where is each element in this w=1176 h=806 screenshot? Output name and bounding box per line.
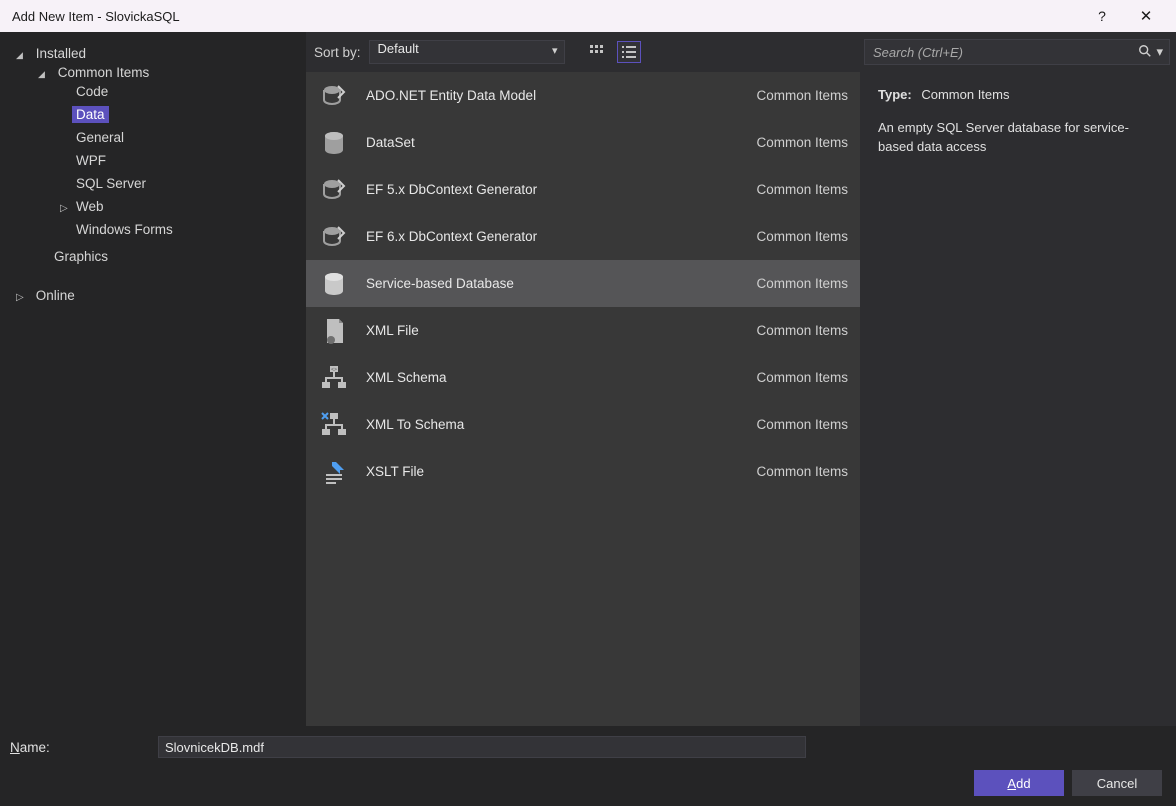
- item-category: Common Items: [756, 417, 848, 432]
- xslt-file-icon: [318, 456, 350, 488]
- cancel-button[interactable]: Cancel: [1072, 770, 1162, 796]
- list-item[interactable]: EF 6.x DbContext Generator Common Items: [306, 213, 860, 260]
- item-category: Common Items: [756, 323, 848, 338]
- list-item[interactable]: DataSet Common Items: [306, 119, 860, 166]
- item-name: ADO.NET Entity Data Model: [366, 88, 740, 103]
- item-category: Common Items: [756, 276, 848, 291]
- item-category: Common Items: [756, 135, 848, 150]
- tree-node-windows-forms[interactable]: Windows Forms: [56, 218, 298, 241]
- search-icon: [1138, 44, 1152, 61]
- titlebar: Add New Item - SlovickaSQL ? ✕: [0, 0, 1176, 32]
- tree-node-installed[interactable]: Installed Common Items Code Data General…: [12, 42, 306, 272]
- item-name: XSLT File: [366, 464, 740, 479]
- entity-model-icon: [318, 80, 350, 112]
- view-tiles-button[interactable]: [585, 41, 609, 63]
- list-item[interactable]: EF 5.x DbContext Generator Common Items: [306, 166, 860, 213]
- database-icon: [318, 127, 350, 159]
- template-list[interactable]: ADO.NET Entity Data Model Common Items D…: [306, 72, 860, 726]
- add-button[interactable]: Add: [974, 770, 1064, 796]
- item-name: EF 6.x DbContext Generator: [366, 229, 740, 244]
- search-input[interactable]: Search (Ctrl+E) ▾: [864, 39, 1170, 65]
- tree-node-general[interactable]: General: [56, 126, 298, 149]
- item-name: EF 5.x DbContext Generator: [366, 182, 740, 197]
- xml-schema-icon: <>: [318, 362, 350, 394]
- ef-generator-icon: [318, 174, 350, 206]
- list-item[interactable]: Service-based Database Common Items: [306, 260, 860, 307]
- ef-generator-icon: [318, 221, 350, 253]
- search-placeholder: Search (Ctrl+E): [873, 45, 963, 60]
- item-category: Common Items: [756, 229, 848, 244]
- tree-node-graphics[interactable]: Graphics: [34, 245, 302, 268]
- xml-to-schema-icon: [318, 409, 350, 441]
- tree-node-common-items[interactable]: Common Items Code Data General WPF SQL S…: [34, 61, 302, 245]
- chevron-down-icon[interactable]: [16, 50, 28, 61]
- tree-node-code[interactable]: Code: [56, 80, 298, 103]
- svg-text:<>: <>: [331, 367, 337, 373]
- list-item[interactable]: <> XML Schema Common Items: [306, 354, 860, 401]
- tree-node-web[interactable]: Web: [56, 195, 298, 218]
- help-button[interactable]: ?: [1080, 2, 1124, 30]
- list-item[interactable]: XML To Schema Common Items: [306, 401, 860, 448]
- xml-file-icon: [318, 315, 350, 347]
- item-name: DataSet: [366, 135, 740, 150]
- toolbar: Sort by: Default: [306, 32, 864, 72]
- description-panel: Type: Common Items An empty SQL Server d…: [864, 72, 1176, 171]
- chevron-right-icon[interactable]: [60, 203, 72, 214]
- list-item[interactable]: ADO.NET Entity Data Model Common Items: [306, 72, 860, 119]
- dropdown-icon[interactable]: ▾: [1156, 44, 1163, 60]
- item-category: Common Items: [756, 370, 848, 385]
- item-category: Common Items: [756, 464, 848, 479]
- tree-node-data[interactable]: Data: [56, 103, 298, 126]
- item-name: XML Schema: [366, 370, 740, 385]
- name-label: Name:: [10, 740, 150, 755]
- name-input[interactable]: [158, 736, 806, 758]
- item-name: Service-based Database: [366, 276, 740, 291]
- list-item[interactable]: XSLT File Common Items: [306, 448, 860, 495]
- tree-node-sql-server[interactable]: SQL Server: [56, 172, 298, 195]
- chevron-down-icon[interactable]: [38, 69, 50, 80]
- database-icon: [318, 268, 350, 300]
- sort-by-label: Sort by:: [314, 45, 361, 60]
- list-item[interactable]: XML File Common Items: [306, 307, 860, 354]
- tree-node-wpf[interactable]: WPF: [56, 149, 298, 172]
- type-value: Common Items: [921, 87, 1009, 102]
- item-category: Common Items: [756, 88, 848, 103]
- category-tree-panel: Installed Common Items Code Data General…: [0, 32, 306, 726]
- item-name: XML File: [366, 323, 740, 338]
- window-title: Add New Item - SlovickaSQL: [12, 9, 180, 24]
- item-name: XML To Schema: [366, 417, 740, 432]
- close-button[interactable]: ✕: [1124, 2, 1168, 30]
- sort-by-select[interactable]: Default: [369, 40, 565, 64]
- view-list-button[interactable]: [617, 41, 641, 63]
- chevron-right-icon[interactable]: [16, 292, 28, 303]
- description-text: An empty SQL Server database for service…: [878, 119, 1162, 157]
- type-label: Type:: [878, 87, 912, 102]
- tree-node-online[interactable]: Online: [12, 284, 306, 307]
- item-category: Common Items: [756, 182, 848, 197]
